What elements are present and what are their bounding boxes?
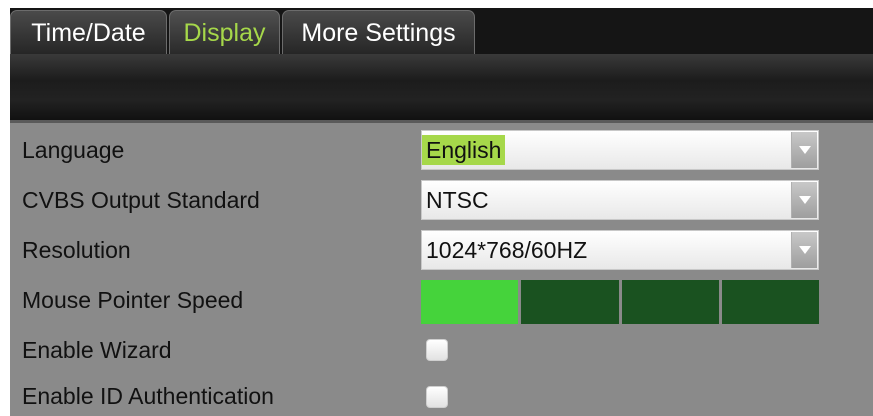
cvbs-value: NTSC <box>426 187 489 213</box>
tab-more-settings[interactable]: More Settings <box>282 10 475 54</box>
language-value: English <box>422 135 506 165</box>
triangle-down-icon <box>799 196 811 204</box>
cvbs-label: CVBS Output Standard <box>22 187 260 213</box>
language-dropdown-button[interactable] <box>791 132 817 168</box>
cvbs-select[interactable]: NTSC <box>421 180 819 220</box>
resolution-label: Resolution <box>22 237 131 263</box>
triangle-down-icon <box>799 146 811 154</box>
header-strip <box>10 54 873 120</box>
id-auth-label: Enable ID Authentication <box>22 383 274 409</box>
display-settings-panel: Time/Date Display More Settings Language… <box>10 8 873 416</box>
wizard-label: Enable Wizard <box>22 337 172 363</box>
wizard-checkbox[interactable] <box>426 339 448 361</box>
speed-segment[interactable] <box>721 280 819 324</box>
resolution-value: 1024*768/60HZ <box>426 237 588 263</box>
tab-display[interactable]: Display <box>169 10 280 54</box>
header-divider <box>10 120 873 123</box>
speed-segment[interactable] <box>421 280 519 324</box>
language-select[interactable]: English <box>421 130 819 170</box>
id-auth-checkbox[interactable] <box>426 386 448 408</box>
resolution-select[interactable]: 1024*768/60HZ <box>421 230 819 270</box>
cvbs-dropdown-button[interactable] <box>791 182 817 218</box>
speed-segment[interactable] <box>521 280 619 324</box>
tab-time-date[interactable]: Time/Date <box>10 10 167 54</box>
mouse-speed-slider[interactable] <box>421 280 819 324</box>
tab-bar: Time/Date Display More Settings <box>10 8 873 54</box>
language-label: Language <box>22 137 125 163</box>
mouse-speed-label: Mouse Pointer Speed <box>22 287 244 313</box>
triangle-down-icon <box>799 246 811 254</box>
speed-segment[interactable] <box>621 280 719 324</box>
resolution-dropdown-button[interactable] <box>791 232 817 268</box>
